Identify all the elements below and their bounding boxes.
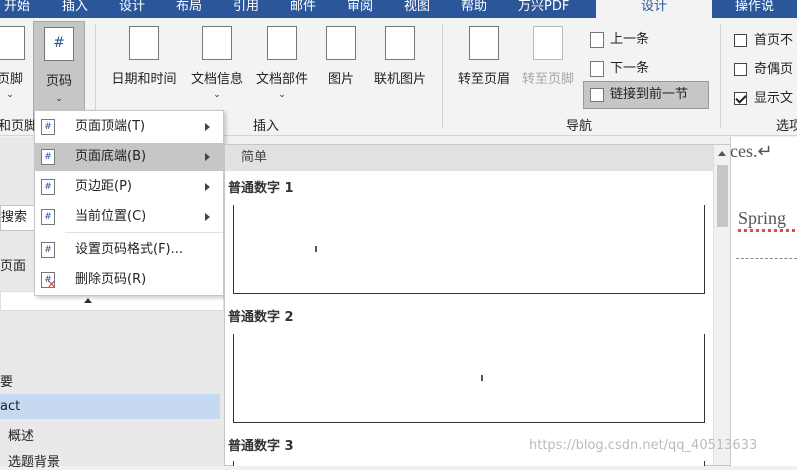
online-picture-button[interactable]: 联机图片 [368,18,432,108]
chevron-right-icon [205,183,210,191]
tab-pages[interactable]: 页面 [0,255,26,274]
header-icon [469,26,499,60]
odd-even-different-checkbox[interactable]: 奇偶页 [734,58,793,77]
current-position-icon: # [41,209,55,225]
document-text-line: Spring [738,208,787,228]
tab-layout[interactable]: 布局 [176,0,210,18]
link-icon [590,88,604,102]
gallery-item-plain-number-1[interactable] [233,205,705,294]
picture-button[interactable]: 图片 [318,18,364,108]
goto-footer-button[interactable]: 转至页脚 [516,18,580,108]
goto-header-button[interactable]: 转至页眉 [452,18,516,108]
gallery-item-plain-number-3[interactable] [233,461,705,466]
chevron-down-icon: ⌄ [6,90,14,100]
outline-item[interactable]: 概述 [8,425,34,444]
page-bottom-gallery: 简单 普通数字 1 普通数字 2 普通数字 3 [224,144,730,466]
group-label-options: 选项 [776,119,797,134]
header-boundary-line [736,258,797,259]
tab-review[interactable]: 审阅 [347,0,381,18]
chevron-right-icon [205,213,210,221]
tab-insert[interactable]: 插入 [62,0,96,18]
checkbox-icon [734,34,747,47]
gallery-section-header: 简单 [225,145,713,171]
document-page[interactable] [730,137,797,466]
tab-header-footer-design[interactable]: 设计 [596,0,712,18]
menu-item-current-position[interactable]: # 当前位置(C) [35,203,223,231]
spellcheck-underline [738,229,797,232]
gallery-item-label: 普通数字 1 [228,181,294,196]
tab-pdf[interactable]: 万兴PDF [518,0,588,18]
scroll-up-icon[interactable] [718,151,726,156]
menu-item-page-margins[interactable]: # 页边距(P) [35,173,223,201]
chevron-down-icon: ⌄ [213,90,221,100]
picture-icon [326,26,356,60]
ribbon-tab-bar: 开始 插入 设计 布局 引用 邮件 审阅 视图 帮助 万兴PDF 设计 [0,0,797,18]
tab-mailings[interactable]: 邮件 [290,0,324,18]
page-top-icon: # [41,119,55,135]
gallery-item-label: 普通数字 3 [228,439,294,454]
date-time-button[interactable]: 日期和时间 [104,18,184,108]
gallery-item-plain-number-2[interactable] [233,334,705,423]
document-text-line: ces.↵ [730,141,773,161]
doc-parts-button[interactable]: 文档部件 ⌄ [250,18,314,108]
document-icon [202,26,232,60]
next-button[interactable]: 下一条 [590,57,649,77]
page-number-menu: # 页面顶端(T) # 页面底端(B) # 页边距(P) # 当前位置(C) #… [34,110,224,296]
collapse-up-icon [84,298,92,303]
chevron-right-icon [205,123,210,131]
page-number-marker [481,375,483,381]
menu-item-remove-page-numbers[interactable]: # ✕ 删除页码(R) [35,266,223,294]
tell-me-box[interactable]: 操作说 [713,0,797,18]
group-label-insert: 插入 [253,119,280,134]
watermark-text: https://blog.csdn.net/qq_40513633 [529,438,758,453]
footer-icon [0,26,25,60]
scrollbar-thumb[interactable] [717,165,728,227]
parts-icon [267,26,297,60]
outline-item[interactable]: 要 [0,371,13,390]
checkbox-checked-icon [734,92,747,105]
online-picture-icon [385,26,415,60]
menu-item-format-page-numbers[interactable]: # 设置页码格式(F)... [35,236,223,264]
footer-button[interactable]: 页脚 ⌄ [0,18,28,108]
show-document-text-checkbox[interactable]: 显示文 [734,87,793,106]
tab-references[interactable]: 引用 [233,0,267,18]
menu-divider [65,232,223,233]
gallery-scrollbar[interactable] [713,145,730,465]
next-icon [590,60,604,77]
menu-item-top-of-page[interactable]: # 页面顶端(T) [35,113,223,141]
menu-item-bottom-of-page[interactable]: # 页面底端(B) [35,143,223,171]
red-x-icon: ✕ [47,278,57,291]
first-page-different-checkbox[interactable]: 首页不 [734,29,793,48]
checkbox-icon [734,63,747,76]
outline-item-selected[interactable]: act [0,394,220,419]
previous-icon [590,31,604,48]
group-label-navigation: 导航 [566,119,593,134]
ribbon-divider [720,24,721,128]
chevron-down-icon: ⌄ [55,94,63,104]
tab-view[interactable]: 视图 [404,0,438,18]
doc-info-button[interactable]: 文档信息 ⌄ [186,18,248,108]
footer-icon [533,26,563,60]
page-number-marker [315,246,317,252]
page-margin-icon: # [41,179,55,195]
page-bottom-icon: # [41,149,55,165]
tab-start[interactable]: 开始 [4,0,38,18]
page-number-icon: # [44,27,74,61]
chevron-down-icon: ⌄ [278,90,286,100]
link-to-previous-button[interactable]: 链接到前一节 [583,81,709,109]
chevron-right-icon [205,153,210,161]
calendar-icon [129,26,159,60]
outline-item[interactable]: 选题背景 [8,451,60,470]
tab-design[interactable]: 设计 [119,0,153,18]
previous-button[interactable]: 上一条 [590,28,649,48]
group-label-header-footer: 和页脚 [0,119,38,134]
format-page-number-icon: # [41,242,55,258]
gallery-item-label: 普通数字 2 [228,310,294,325]
ribbon-divider [442,24,443,128]
tab-help[interactable]: 帮助 [461,0,495,18]
